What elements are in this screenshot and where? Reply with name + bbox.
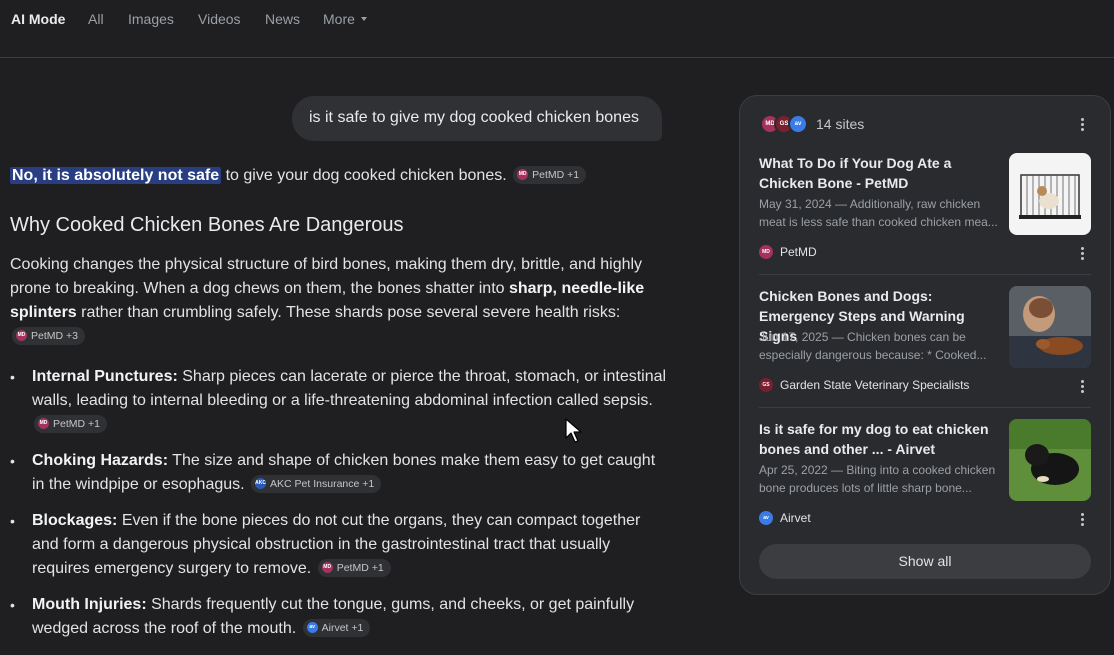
citation-label: Airvet +1	[321, 621, 364, 634]
answer-intro: No, it is absolutely not safe to give yo…	[10, 164, 670, 188]
tab-all[interactable]: All	[88, 11, 104, 27]
bullet-dot: •	[10, 369, 15, 385]
citation-chip[interactable]: MD PetMD +1	[513, 165, 587, 184]
tab-more[interactable]: More	[323, 11, 367, 27]
snippet-line: Apr 25, 2022 — Biting into a cooked chic…	[759, 463, 996, 477]
snippet-line: meat is less safe than cooked chicken me…	[759, 215, 998, 229]
citation-chip[interactable]: AKC AKC Pet Insurance +1	[251, 474, 382, 493]
source-link[interactable]: MD PetMD	[759, 245, 817, 259]
more-options-icon[interactable]	[1074, 244, 1090, 262]
petmd-icon: MD	[759, 245, 773, 259]
list-item: • Mouth Injuries: Shards frequently cut …	[10, 593, 670, 641]
petmd-icon: MD	[321, 562, 333, 574]
citation-label: PetMD +1	[53, 417, 100, 430]
thumbnail-image[interactable]	[1009, 286, 1091, 368]
citation-label: AKC Pet Insurance +1	[270, 477, 375, 490]
show-all-button[interactable]: Show all	[759, 544, 1091, 579]
chevron-down-icon	[360, 17, 367, 22]
sites-count: 14 sites	[816, 116, 865, 132]
answer-highlight: No, it is absolutely not safe	[10, 167, 222, 184]
thumbnail-image[interactable]	[1009, 153, 1091, 235]
more-options-icon[interactable]	[1074, 510, 1090, 528]
petmd-icon: MD	[38, 418, 49, 430]
bullet-title: Blockages:	[32, 512, 118, 529]
answer-intro-text: to give your dog cooked chicken bones.	[221, 167, 507, 184]
thumbnail-image[interactable]	[1009, 419, 1091, 501]
bullet-dot: •	[10, 597, 15, 613]
citation-chip[interactable]: MD PetMD +3	[12, 326, 85, 345]
citation-chip[interactable]: MD PetMD +1	[317, 558, 391, 577]
source-card-snippet: Jun 17, 2025 — Chicken bones can be espe…	[759, 328, 1004, 364]
search-tabs-bar: AI Mode All Images Videos News More	[0, 0, 1114, 58]
divider	[759, 407, 1091, 408]
citation-chip[interactable]: av Airvet +1	[302, 618, 371, 637]
gsvs-icon: GS	[759, 378, 773, 392]
snippet-line: especially dangerous because: * Cooked..…	[759, 348, 987, 362]
citation-label: PetMD +3	[31, 329, 78, 342]
airvet-icon: av	[788, 114, 808, 134]
source-card-title[interactable]: What To Do if Your Dog Ate a Chicken Bon…	[759, 153, 1004, 193]
snippet-line: May 31, 2024 — Additionally, raw chicken	[759, 197, 981, 211]
airvet-icon: av	[306, 622, 318, 634]
petmd-icon: MD	[517, 169, 529, 181]
bullet-dot: •	[10, 513, 15, 529]
section-heading: Why Cooked Chicken Bones Are Dangerous	[10, 214, 404, 236]
source-card-title[interactable]: Is it safe for my dog to eat chicken bon…	[759, 419, 1004, 459]
source-name: PetMD	[780, 245, 817, 259]
source-name: Airvet	[780, 511, 811, 525]
source-name: Garden State Veterinary Specialists	[780, 378, 970, 392]
tab-news[interactable]: News	[265, 11, 300, 27]
citation-label: PetMD +1	[336, 561, 384, 574]
citation-chip[interactable]: MD PetMD +1	[34, 414, 107, 433]
mouse-cursor-icon	[565, 418, 582, 443]
divider	[759, 274, 1091, 275]
answer-paragraph: Cooking changes the physical structure o…	[10, 253, 670, 349]
bullet-dot: •	[10, 453, 15, 469]
source-card-snippet: Apr 25, 2022 — Biting into a cooked chic…	[759, 461, 1004, 497]
user-query-bubble: is it safe to give my dog cooked chicken…	[292, 96, 662, 141]
citation-label: PetMD +1	[532, 168, 580, 181]
paragraph-text-2: rather than crumbling safely. These shar…	[76, 304, 621, 321]
snippet-line: Jun 17, 2025 — Chicken bones can be	[759, 330, 966, 344]
bullet-title: Choking Hazards:	[32, 452, 169, 469]
airvet-icon: av	[759, 511, 773, 525]
list-item: • Blockages: Even if the bone pieces do …	[10, 509, 670, 581]
snippet-line: bone produces lots of little sharp bone.…	[759, 481, 972, 495]
bullet-title: Mouth Injuries:	[32, 596, 147, 613]
akc-icon: AKC	[255, 478, 267, 490]
tab-ai-mode[interactable]: AI Mode	[11, 11, 65, 27]
tab-more-label: More	[323, 11, 355, 27]
petmd-icon: MD	[16, 330, 27, 342]
sources-panel: MD GS av 14 sites What To Do if Your Dog…	[739, 95, 1111, 595]
tab-videos[interactable]: Videos	[198, 11, 241, 27]
more-options-icon[interactable]	[1074, 115, 1090, 133]
source-card-snippet: May 31, 2024 — Additionally, raw chicken…	[759, 195, 1004, 231]
list-item: • Choking Hazards: The size and shape of…	[10, 449, 670, 497]
bullet-title: Internal Punctures:	[32, 368, 178, 385]
sources-header[interactable]: MD GS av 14 sites	[760, 113, 864, 135]
more-options-icon[interactable]	[1074, 377, 1090, 395]
source-link[interactable]: av Airvet	[759, 511, 811, 525]
tab-images[interactable]: Images	[128, 11, 174, 27]
source-link[interactable]: GS Garden State Veterinary Specialists	[759, 378, 969, 392]
